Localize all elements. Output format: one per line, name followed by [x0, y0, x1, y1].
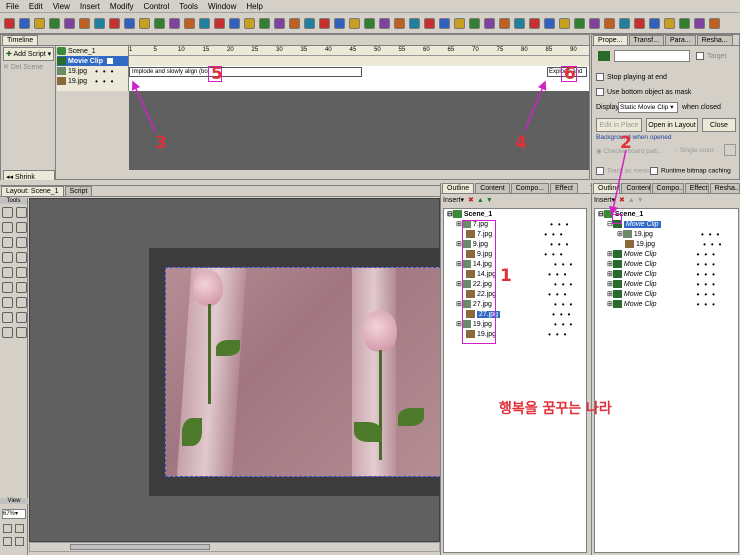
- annotation-arrows: [131, 80, 627, 216]
